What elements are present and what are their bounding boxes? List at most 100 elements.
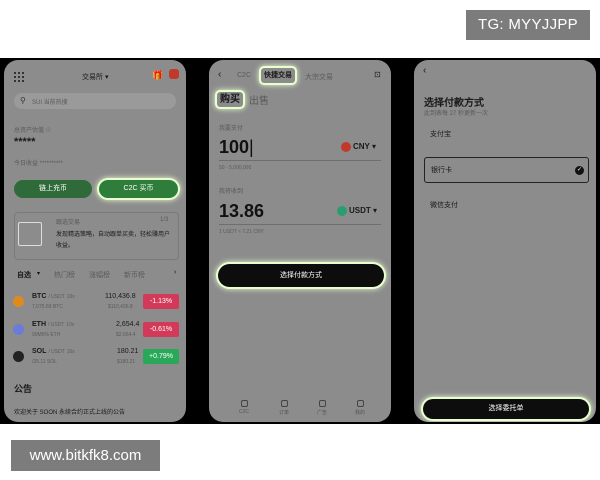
tg-badge: TG: MYYJJPP [466,10,590,40]
usdt-icon [337,206,347,216]
gift-icon[interactable]: 🎁 [152,70,163,81]
cny-icon [341,142,351,152]
coin-pair: / USDT [47,322,65,328]
pay-amount: 100 [219,137,250,157]
announcement-link[interactable]: 欢迎关于 SOON 永续合约正式上线的公告 [14,407,125,416]
tab-quick-trade[interactable]: 快捷交易 [261,68,295,83]
select-payment-button[interactable]: 选择付款方式 [218,264,384,287]
tab-hot[interactable]: 热门榜 [54,270,75,280]
message-icon[interactable] [169,69,179,79]
announcement-title: 公告 [14,384,33,394]
pay-currency: CNY [353,142,370,152]
today-earnings: 今日收益 ********** [14,161,64,167]
payment-option-wechat[interactable]: 微信支付 [424,193,589,219]
coin-price: 110,436.8 [105,293,136,300]
refresh-hint: 此到表每 27 秒更新一次 [424,111,489,117]
asset-label: 总资产估值 ☉ [14,128,52,134]
coin-row-btc[interactable]: BTC / USDT 10x [32,293,75,300]
receive-currency: USDT [349,206,371,216]
chevron-right-icon[interactable]: › [174,269,176,276]
pay-amount-input[interactable]: 100| [219,137,254,158]
coin-volume: 7,075.69 BTC [32,304,63,310]
chart-icon [18,222,42,246]
coin-symbol: SOL [32,348,47,355]
phone-home-screen: 交易所 ▾ 🎁 ⚲ SUI 当前热搜 总资产估值 ☉ ***** 今日收益 **… [4,60,186,422]
chain-deposit-button[interactable]: 链上充币 [14,180,92,198]
check-icon: ✓ [575,166,584,175]
coin-price: 2,654.4 [116,321,140,328]
page-title: 选择付款方式 [424,98,484,109]
tab-c2c[interactable]: C2C [237,72,251,79]
pay-label: 我要支付 [219,126,244,132]
payment-option-label: 银行卡 [431,167,452,174]
coin-volume: 90M5% ETH [32,332,61,338]
promo-title: 跟选交易 [56,220,81,226]
coin-row-sol[interactable]: SOL / USDT 10x [32,348,75,355]
change-chip: -0.61% [143,322,179,337]
coin-usd-price: $180.21 [117,359,136,365]
coin-volume: /25.11 SOL [32,359,57,365]
nav-mine[interactable]: 我的 [350,400,370,416]
coin-symbol: BTC [32,293,47,300]
receive-label: 我将收到 [219,189,244,195]
menu-grid-icon[interactable] [14,72,24,82]
scan-icon[interactable]: ⊡ [374,70,381,79]
leverage-badge: 10x [66,294,75,300]
tab-new[interactable]: 新币榜 [124,270,145,280]
site-badge: www.bitkfk8.com [11,440,160,471]
choose-order-button[interactable]: 选择委托单 [423,399,589,419]
payment-option-bank-card[interactable]: 银行卡 ✓ [424,157,589,183]
receive-amount: 13.86 [219,201,265,221]
coin-usd-price: $2,654.4 [116,332,136,338]
coin-row-eth[interactable]: ETH / USDT 10x [32,321,74,328]
screenshot-stage: 交易所 ▾ 🎁 ⚲ SUI 当前热搜 总资产估值 ☉ ***** 今日收益 **… [0,58,600,424]
pay-currency-selector[interactable]: CNY ▾ [341,142,376,152]
nav-label: 我的 [354,410,365,416]
tab-favorites[interactable]: 自选 [17,270,31,280]
back-icon[interactable]: ‹ [218,69,221,80]
chevron-down-icon: ▾ [104,74,109,81]
coin-symbol: ETH [32,321,46,328]
exchange-selector[interactable]: 交易所 ▾ [82,72,108,82]
promo-count: 1/3 [160,217,169,223]
nav-label: 广告 [316,410,327,416]
exchange-label: 交易所 [82,74,103,81]
eth-icon [13,324,24,335]
search-input[interactable]: ⚲ SUI 当前热搜 [14,93,176,109]
nav-label: C2C [238,409,249,415]
buy-tab[interactable]: 购买 [217,92,243,107]
profile-icon [356,400,364,407]
orders-icon [280,400,288,407]
phone-payment-method-screen: ‹ 选择付款方式 此到表每 27 秒更新一次 支付宝 银行卡 ✓ 微信支付 选择… [414,60,596,422]
people-icon [240,400,248,407]
asset-value: ***** [14,136,36,148]
tab-bulk-trade[interactable]: 大宗交易 [305,72,333,82]
btc-icon [13,296,24,307]
nav-ads[interactable]: 广告 [312,400,332,416]
promo-text: 发现精选策略，自动跟单买卖，轻松赚用户 [56,232,171,238]
leverage-badge: 10x [66,349,75,355]
pay-range-hint: 50 - 5,000,000 [219,165,252,171]
coin-price: 180.21 [117,348,139,355]
divider [219,160,381,161]
chevron-down-icon: ▾ [373,206,378,216]
change-chip: -1.13% [143,294,179,309]
tab-gainers[interactable]: 涨幅榜 [89,270,110,280]
promo-text-cont: 收益。 [56,243,75,249]
c2c-buy-button[interactable]: C2C 买币 [99,180,178,198]
sol-icon [13,351,24,362]
exchange-rate: 1 USDT ≈ 7.21 CNY [219,229,264,235]
receive-currency-selector[interactable]: USDT ▾ [337,206,377,216]
leverage-badge: 10x [66,322,75,328]
nav-orders[interactable]: 订单 [274,400,294,416]
ads-icon [318,400,326,407]
coin-pair: / USDT [48,294,65,300]
chevron-down-icon: ▾ [37,271,41,277]
coin-pair: / USDT [48,349,65,355]
nav-c2c[interactable]: C2C [234,400,254,415]
payment-option-alipay[interactable]: 支付宝 [424,122,589,148]
divider [219,224,381,225]
change-chip: +0.79% [143,349,179,364]
sell-tab[interactable]: 出售 [249,92,269,107]
back-icon[interactable]: ‹ [423,65,426,76]
